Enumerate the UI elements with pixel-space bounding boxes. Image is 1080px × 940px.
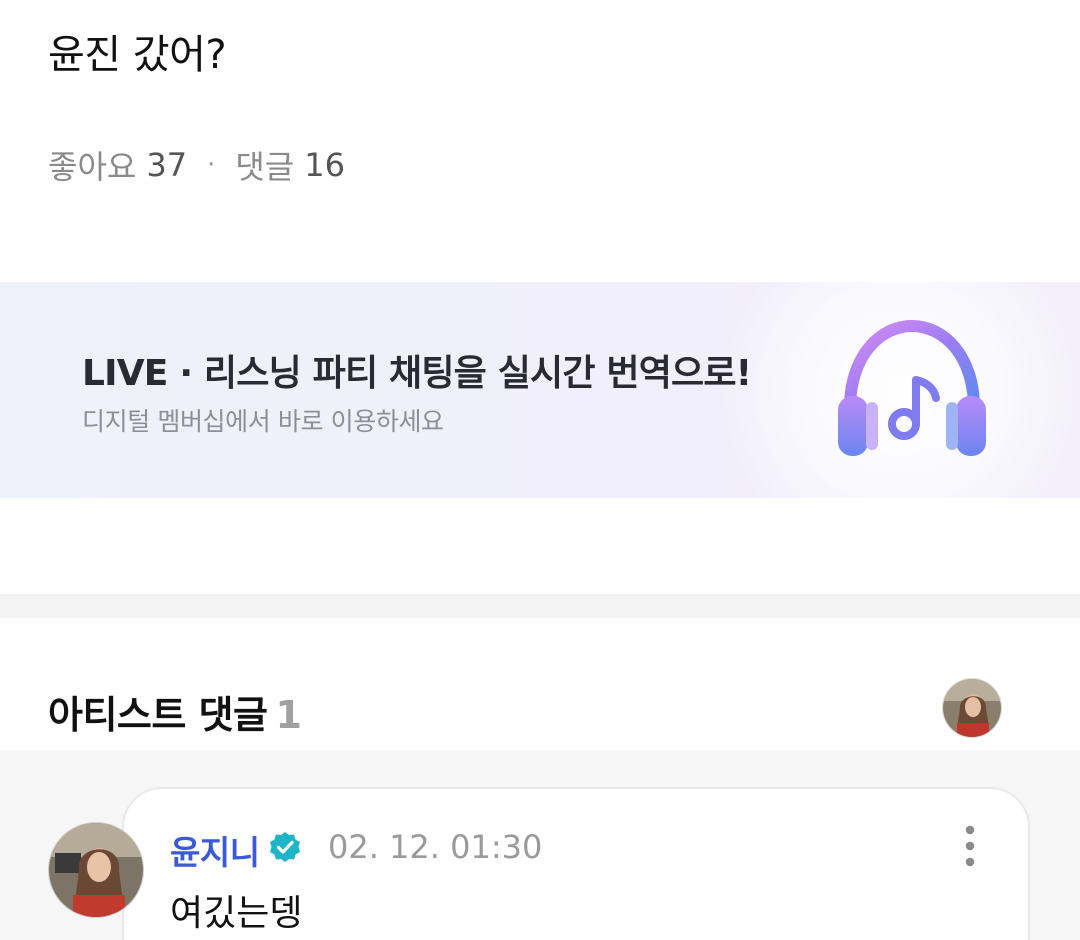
post-stats: 좋아요 37 · 댓글 16 [48,142,345,188]
more-options-icon[interactable] [954,824,986,868]
artist-avatar-small[interactable] [942,678,1002,738]
commenter-avatar[interactable] [48,822,144,918]
comment-text: 여깄는뎅 [170,893,303,934]
artist-comments-heading: 아티스트 댓글 1 [48,684,302,739]
comments-count: 16 [304,146,345,184]
comments-label[interactable]: 댓글 [235,142,294,188]
verified-badge-icon [270,832,300,862]
comment-author[interactable]: 윤지니 [170,826,260,874]
headphones-music-icon [838,319,986,456]
avatar-photo [943,679,1001,737]
banner-subtitle: 디지털 멤버십에서 바로 이용하세요 [82,407,444,436]
avatar-photo [49,823,143,917]
artist-comments-count: 1 [275,693,302,737]
post-title: 윤진 갔어? [48,32,227,78]
likes-count: 37 [146,146,188,184]
promo-banner[interactable]: LIVE · 리스닝 파티 채팅을 실시간 번역으로! 디지털 멤버십에서 바로… [0,282,1080,498]
banner-title: LIVE · 리스닝 파티 채팅을 실시간 번역으로! [82,353,752,394]
comment-timestamp: 02. 12. 01:30 [328,828,543,866]
section-divider [0,594,1080,618]
likes-label[interactable]: 좋아요 [48,142,136,188]
stats-separator: · [207,150,216,180]
artist-comments-title: 아티스트 댓글 [48,693,268,737]
